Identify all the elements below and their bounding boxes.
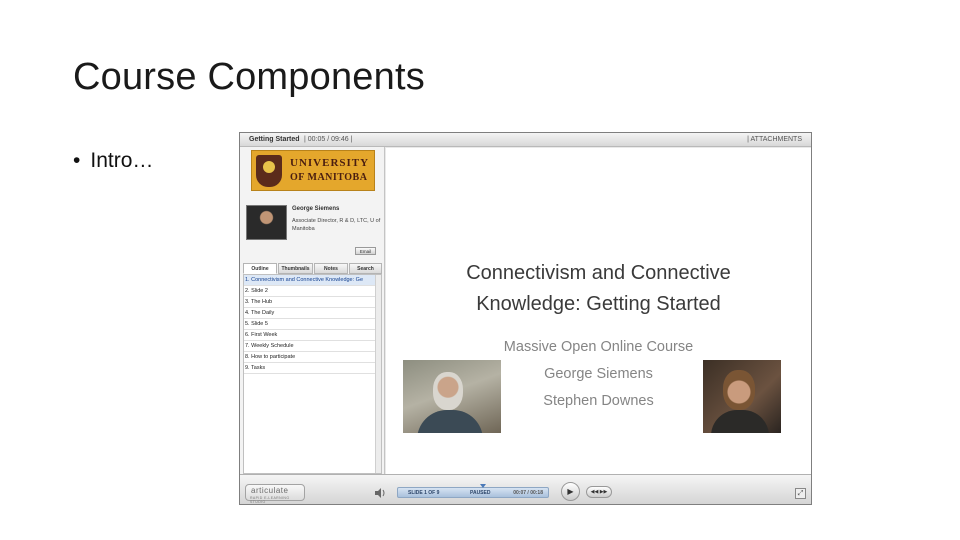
- stage-title-line-1: Connectivism and Connective: [466, 262, 731, 284]
- presenter-photo: [246, 205, 287, 240]
- attachments-link[interactable]: | ATTACHMENTS: [747, 133, 802, 147]
- articulate-logo: articulate RAPID E-LEARNING STUDIO: [245, 484, 305, 504]
- bullet-text: Intro…: [90, 149, 154, 172]
- fullscreen-icon[interactable]: ⤢: [795, 488, 806, 499]
- email-button[interactable]: Email: [355, 247, 376, 255]
- player-title-bar: Getting Started | 00:05 / 09:46 | | ATTA…: [240, 133, 811, 147]
- volume-icon[interactable]: [374, 488, 386, 498]
- logo-line-1: UNIVERSITY: [290, 157, 370, 169]
- stage-title: Connectivism and Connective Knowledge: G…: [386, 258, 811, 320]
- presenter-name: George Siemens: [292, 206, 340, 212]
- outline-item[interactable]: 9. Tasks: [244, 363, 375, 374]
- outline-item[interactable]: 6. First Week: [244, 330, 375, 341]
- logo-line-2: OF MANITOBA: [290, 172, 368, 183]
- sidebar-tabs: Outline Thumbnails Notes Search: [243, 263, 382, 274]
- outline-item[interactable]: 2. Slide 2: [244, 286, 375, 297]
- outline-item[interactable]: 7. Weekly Schedule: [244, 341, 375, 352]
- crest-icon: [256, 155, 282, 187]
- outline-item[interactable]: 1. Connectivism and Connective Knowledge…: [244, 275, 375, 286]
- presenter-photo-right: [703, 360, 781, 433]
- player-controls: articulate RAPID E-LEARNING STUDIO SLIDE…: [240, 474, 811, 504]
- slide-stage: Connectivism and Connective Knowledge: G…: [386, 148, 811, 474]
- play-button[interactable]: ▶: [561, 482, 580, 501]
- university-logo: UNIVERSITY OF MANITOBA: [251, 150, 375, 191]
- presenter-photo-left: [403, 360, 501, 433]
- stage-subtitle-line-1: Massive Open Online Course: [503, 339, 694, 355]
- prev-next-buttons[interactable]: ◀◀ ▶▶: [586, 486, 612, 498]
- presentation-player: Getting Started | 00:05 / 09:46 | | ATTA…: [239, 132, 812, 505]
- outline-item[interactable]: 8. How to participate: [244, 352, 375, 363]
- player-time: | 00:05 / 09:46 |: [304, 136, 353, 143]
- seek-bar[interactable]: SLIDE 1 OF 9 PAUSED 00:07 / 00:18: [397, 484, 549, 498]
- player-sidebar: UNIVERSITY OF MANITOBA George Siemens As…: [240, 147, 385, 474]
- tab-search[interactable]: Search: [349, 263, 382, 274]
- slide-counter: SLIDE 1 OF 9: [408, 490, 440, 496]
- outline-item[interactable]: 3. The Hub: [244, 297, 375, 308]
- slide-title: Course Components: [73, 56, 425, 98]
- presenter-title: Associate Director, R & D, LTC, U of Man…: [292, 218, 381, 232]
- brand-line-2: RAPID E-LEARNING STUDIO: [250, 496, 290, 504]
- outline-scrollbar[interactable]: [375, 275, 381, 473]
- bullet-marker: •: [73, 149, 81, 172]
- outline-item[interactable]: 4. The Daily: [244, 308, 375, 319]
- stage-title-line-2: Knowledge: Getting Started: [476, 293, 721, 315]
- tab-notes[interactable]: Notes: [314, 263, 348, 274]
- progress-time: 00:07 / 00:18: [513, 490, 543, 496]
- outline-list: 1. Connectivism and Connective Knowledge…: [243, 274, 382, 474]
- tab-outline[interactable]: Outline: [243, 263, 277, 274]
- bullet-item: • Intro…: [73, 149, 153, 173]
- outline-item[interactable]: 5. Slide 5: [244, 319, 375, 330]
- player-title: Getting Started: [249, 136, 300, 143]
- brand-line-1: articulate: [251, 486, 289, 495]
- playback-status: PAUSED: [470, 490, 491, 496]
- tab-thumbnails[interactable]: Thumbnails: [278, 263, 313, 274]
